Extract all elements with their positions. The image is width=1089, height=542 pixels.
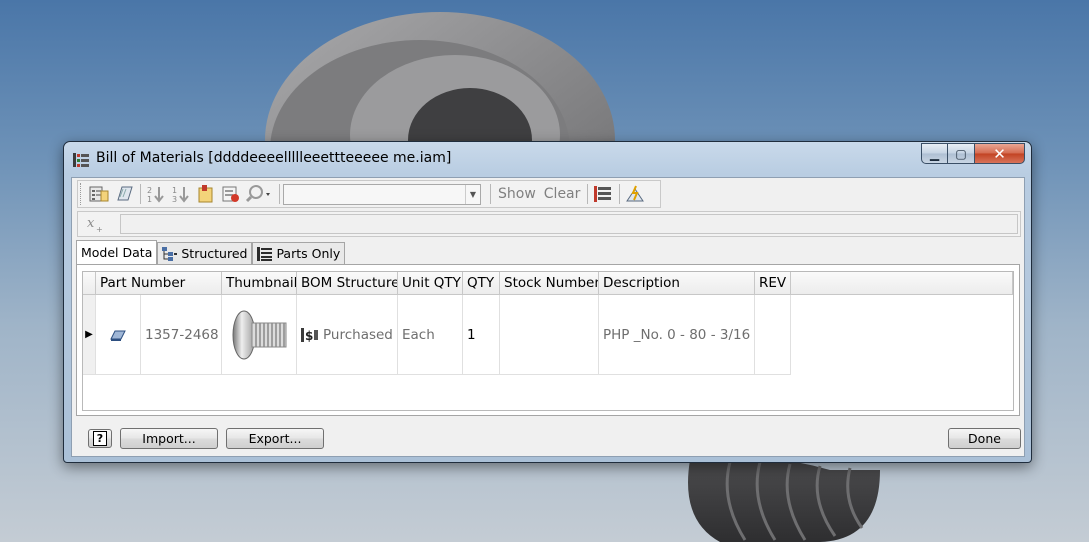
maximize-icon: ▢ xyxy=(955,146,967,161)
copy-icon xyxy=(116,186,133,201)
window-title: Bill of Materials [ddddeeeellllleeetttee… xyxy=(96,150,452,166)
bom-settings-icon xyxy=(198,185,212,203)
column-header-part-number[interactable]: Part Number xyxy=(96,272,222,295)
purchased-icon: $ xyxy=(301,327,318,343)
part-icon-cell xyxy=(96,295,141,375)
renumber-button[interactable] xyxy=(219,183,242,205)
update-mass-icon xyxy=(625,185,644,202)
help-button[interactable]: ? xyxy=(88,429,112,448)
title-bar[interactable]: Bill of Materials [ddddeeeellllleeetttee… xyxy=(64,142,1031,176)
tab-parts-only-label: Parts Only xyxy=(276,246,341,261)
table-row[interactable]: ▶ 1357-2468 $ Purchased Each 1 PHP _No. … xyxy=(83,295,791,375)
cell-description[interactable]: PHP _No. 0 - 80 - 3/16 xyxy=(599,295,755,375)
close-icon: ✕ xyxy=(993,144,1006,163)
filter-combo[interactable]: ▼ xyxy=(283,183,481,205)
tab-structured[interactable]: Structured xyxy=(157,242,253,264)
export-button[interactable]: Export... xyxy=(226,428,324,449)
column-header-qty[interactable]: QTY xyxy=(463,272,500,295)
column-header-stock-number[interactable]: Stock Number xyxy=(500,272,599,295)
cell-rev[interactable] xyxy=(755,295,791,375)
sort-ascending-button[interactable]: 2 1 xyxy=(144,183,167,205)
clear-button[interactable]: Clear xyxy=(540,186,585,202)
update-mass-button[interactable] xyxy=(623,183,646,205)
chevron-down-icon[interactable]: ▼ xyxy=(465,184,480,204)
dialog-client-area: 2 1 1 3 ▼ Show Clear x + Model Data Stru… xyxy=(71,177,1025,457)
dialog-footer: ? Import... Export... Done xyxy=(72,424,1026,456)
column-header-rev[interactable]: REV xyxy=(755,272,791,295)
svg-text:1: 1 xyxy=(147,195,152,203)
svg-text:$: $ xyxy=(305,329,313,343)
grid-header: Part Number Thumbnail BOM Structure Unit… xyxy=(83,272,1013,295)
column-header-unit-qty[interactable]: Unit QTY xyxy=(398,272,463,295)
bom-tabs: Model Data Structured Parts Only xyxy=(76,240,346,264)
screw-thumbnail-icon xyxy=(232,310,287,359)
bill-of-materials-dialog: Bill of Materials [ddddeeeellllleeetttee… xyxy=(63,141,1032,463)
toolbar-grip[interactable] xyxy=(80,183,84,205)
bom-toolbar: 2 1 1 3 ▼ Show Clear xyxy=(77,180,661,208)
tab-parts-only[interactable]: Parts Only xyxy=(252,242,346,264)
show-button[interactable]: Show xyxy=(494,186,540,202)
sort-descending-icon: 1 3 xyxy=(172,186,189,203)
renumber-icon xyxy=(222,186,239,202)
find-icon xyxy=(245,185,270,203)
parts-only-icon xyxy=(257,246,273,261)
help-icon: ? xyxy=(92,431,108,446)
copy-button[interactable] xyxy=(112,183,135,205)
formula-bar: x + xyxy=(77,211,1021,237)
bom-icon xyxy=(73,153,89,167)
cell-qty[interactable]: 1 xyxy=(463,295,500,375)
sort-ascending-icon: 2 1 xyxy=(147,186,164,203)
bom-columns-button[interactable] xyxy=(591,183,614,205)
column-header-filler xyxy=(791,272,1013,295)
formula-input[interactable] xyxy=(120,214,1018,234)
row-selector[interactable]: ▶ xyxy=(83,295,96,375)
tab-structured-label: Structured xyxy=(181,246,248,261)
bom-grid: Part Number Thumbnail BOM Structure Unit… xyxy=(82,271,1014,411)
bom-columns-icon xyxy=(593,186,611,202)
bom-settings-button[interactable] xyxy=(194,183,217,205)
cell-thumbnail[interactable] xyxy=(222,295,297,375)
svg-text:1: 1 xyxy=(172,186,177,195)
minimize-button[interactable]: ▁ xyxy=(921,143,948,164)
maximize-button[interactable]: ▢ xyxy=(948,143,975,164)
fx-icon[interactable]: x + xyxy=(86,215,108,235)
sort-descending-button[interactable]: 1 3 xyxy=(169,183,192,205)
export-bom-icon xyxy=(89,186,108,202)
tab-model-data-label: Model Data xyxy=(81,245,153,260)
svg-text:+: + xyxy=(96,225,103,234)
structured-icon xyxy=(162,246,178,261)
column-header-description[interactable]: Description xyxy=(599,272,755,295)
svg-text:2: 2 xyxy=(147,186,152,195)
done-button[interactable]: Done xyxy=(948,428,1021,449)
close-button[interactable]: ✕ xyxy=(975,143,1025,164)
cell-part-number[interactable]: 1357-2468 xyxy=(141,295,222,375)
svg-text:x: x xyxy=(87,216,95,231)
bom-structure-value: Purchased xyxy=(323,326,393,343)
cell-bom-structure[interactable]: $ Purchased xyxy=(297,295,398,375)
row-selector-header[interactable] xyxy=(83,272,96,295)
minimize-icon: ▁ xyxy=(929,146,940,161)
cell-stock-number[interactable] xyxy=(500,295,599,375)
svg-text:3: 3 xyxy=(172,195,177,203)
tab-model-data[interactable]: Model Data xyxy=(76,240,158,264)
find-button[interactable] xyxy=(244,183,274,205)
export-bom-button[interactable] xyxy=(87,183,110,205)
column-header-thumbnail[interactable]: Thumbnail xyxy=(222,272,297,295)
part-icon xyxy=(110,330,126,341)
cell-unit-qty[interactable]: Each xyxy=(398,295,463,375)
import-button[interactable]: Import... xyxy=(120,428,218,449)
tab-panel: Part Number Thumbnail BOM Structure Unit… xyxy=(76,264,1020,416)
column-header-bom-structure[interactable]: BOM Structure xyxy=(297,272,398,295)
